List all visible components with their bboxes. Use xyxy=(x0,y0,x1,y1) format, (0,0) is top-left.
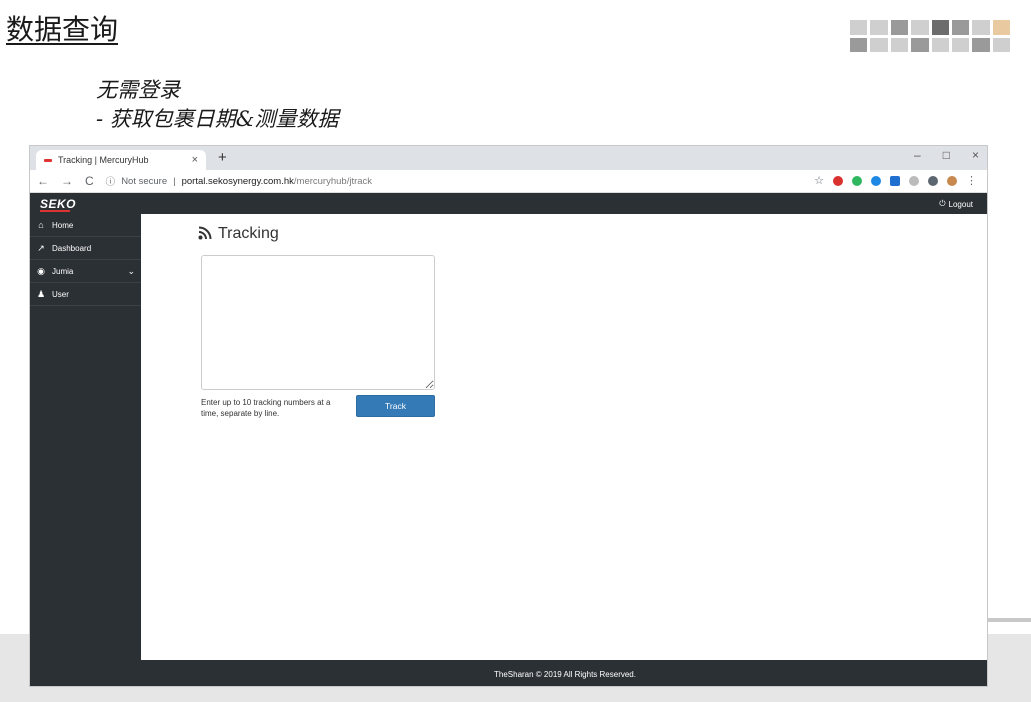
power-icon: ⏻ xyxy=(939,199,946,208)
address-bar: ← → C ⓘ Not secure | portal.sekosynergy.… xyxy=(30,170,987,193)
tab-title: Tracking | MercuryHub xyxy=(58,155,149,165)
extension-icon[interactable] xyxy=(852,175,862,186)
brand-logo-underline xyxy=(40,210,70,212)
slide-title: 数据查询 xyxy=(6,13,119,46)
url-host: portal.sekosynergy.com.hk xyxy=(181,175,294,187)
back-button[interactable]: ← xyxy=(37,174,49,188)
browser-tab[interactable]: Tracking | MercuryHub × xyxy=(36,150,206,170)
window-controls: – □ × xyxy=(914,148,979,162)
slide-accent-line xyxy=(981,618,1031,622)
security-label: Not secure xyxy=(121,175,168,187)
extension-icon[interactable] xyxy=(833,175,843,186)
logout-label: Logout xyxy=(948,199,973,209)
extension-icon[interactable] xyxy=(890,175,900,186)
blurred-logo xyxy=(850,20,1010,52)
brand-logo[interactable]: SEKO xyxy=(40,197,76,211)
favicon-icon xyxy=(44,158,52,162)
main-content: Tracking Enter up to 10 tracking numbers… xyxy=(141,214,987,660)
browser-window: Tracking | MercuryHub × + – □ × ← → C ⓘ … xyxy=(29,145,988,687)
tab-bar: Tracking | MercuryHub × + – □ × xyxy=(30,146,987,170)
sidebar-item-label: Dashboard xyxy=(52,243,92,253)
sidebar-item-label: User xyxy=(52,289,69,299)
sidebar-item-jumia[interactable]: ◉ Jumia ⌄ xyxy=(30,260,141,283)
url-field[interactable]: ⓘ Not secure | portal.sekosynergy.com.hk… xyxy=(105,174,373,189)
chart-icon: ↗ xyxy=(37,242,45,253)
sidebar-item-user[interactable]: ♟ User xyxy=(30,283,141,306)
profile-avatar[interactable] xyxy=(947,175,957,186)
tracking-numbers-input[interactable] xyxy=(201,255,435,390)
rss-icon xyxy=(198,226,212,243)
reload-button[interactable]: C xyxy=(85,174,94,188)
slide-subtitle-2: - 获取包裹日期&测量数据 xyxy=(96,107,339,131)
page-header: Tracking xyxy=(198,225,279,243)
sidebar: ⌂ Home ↗ Dashboard ◉ Jumia ⌄ ♟ User xyxy=(30,214,141,686)
globe-icon: ◉ xyxy=(37,265,45,276)
track-button[interactable]: Track xyxy=(356,395,435,417)
url-path: /mercuryhub/jtrack xyxy=(293,175,373,187)
bookmark-star-icon[interactable]: ☆ xyxy=(814,174,824,187)
app-header: SEKO ⏻ Logout xyxy=(30,193,987,215)
home-icon: ⌂ xyxy=(38,220,44,230)
slide-subtitle-1: 无需登录 xyxy=(96,78,180,102)
users-icon: ♟ xyxy=(36,288,46,299)
forward-button[interactable]: → xyxy=(61,174,73,188)
sidebar-item-home[interactable]: ⌂ Home xyxy=(30,214,141,237)
maximize-button[interactable]: □ xyxy=(943,148,950,162)
page-title: Tracking xyxy=(218,225,279,242)
sidebar-item-dashboard[interactable]: ↗ Dashboard xyxy=(30,237,141,260)
tab-close-icon[interactable]: × xyxy=(192,154,198,166)
extension-icon[interactable] xyxy=(871,175,881,186)
new-tab-button[interactable]: + xyxy=(218,149,227,166)
footer: TheSharan © 2019 All Rights Reserved. xyxy=(141,660,987,686)
chevron-down-icon: ⌄ xyxy=(127,265,135,276)
close-window-button[interactable]: × xyxy=(972,148,979,162)
help-text: Enter up to 10 tracking numbers at a tim… xyxy=(201,398,331,418)
extension-icon[interactable] xyxy=(928,175,938,186)
extension-icon[interactable] xyxy=(909,175,919,186)
info-icon: ⓘ xyxy=(105,177,116,188)
logout-button[interactable]: ⏻ Logout xyxy=(939,199,973,209)
sidebar-item-label: Home xyxy=(52,220,74,230)
sidebar-item-label: Jumia xyxy=(52,266,74,276)
extensions-area: ☆ ⋮ xyxy=(814,174,977,187)
browser-menu-icon[interactable]: ⋮ xyxy=(966,174,977,187)
url-separator: | xyxy=(173,175,176,187)
minimize-button[interactable]: – xyxy=(914,148,921,162)
